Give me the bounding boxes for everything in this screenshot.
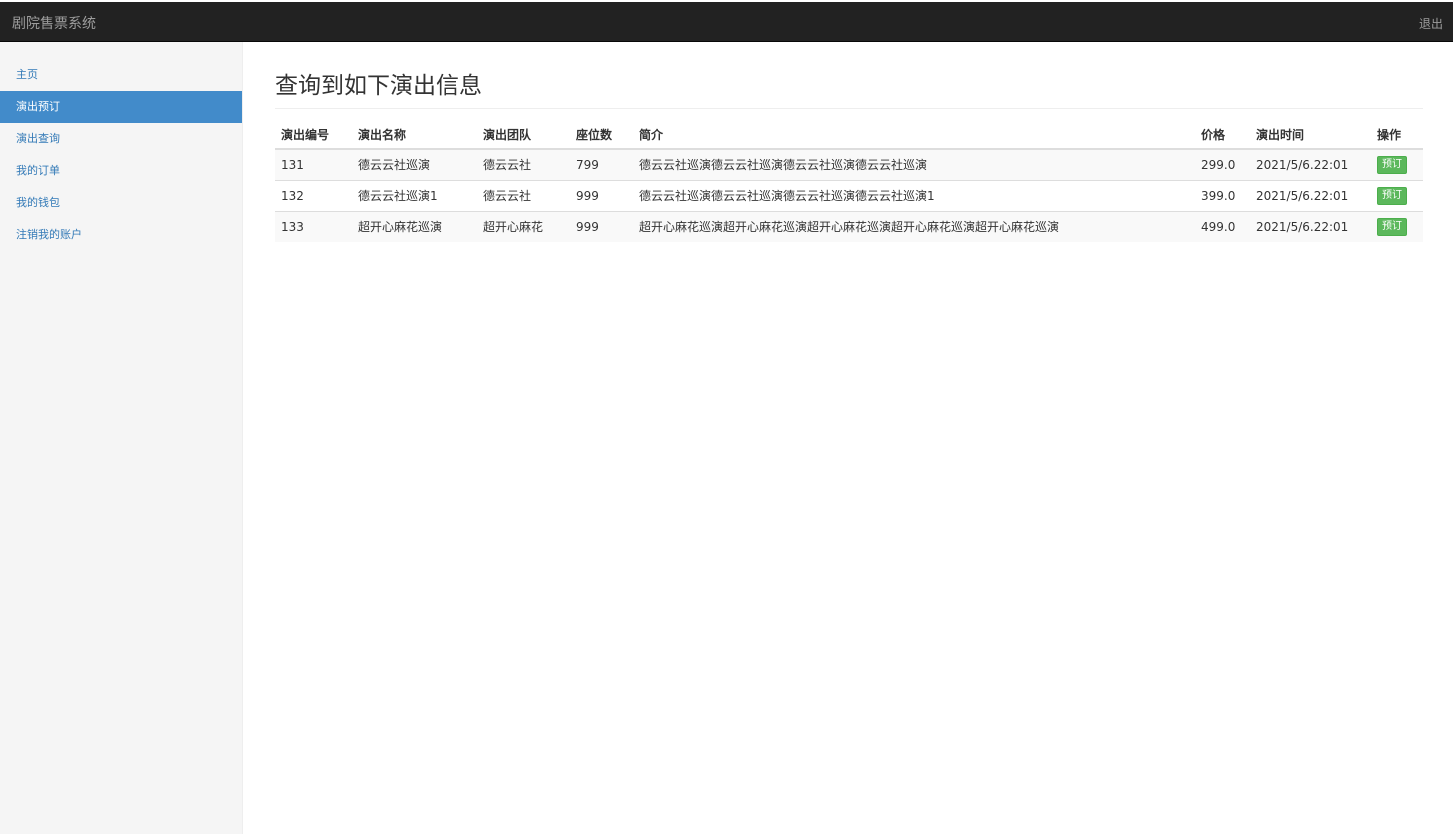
cell-id: 132	[275, 179, 352, 211]
cell-price: 499.0	[1195, 210, 1250, 242]
cell-intro: 德云云社巡演德云云社巡演德云云社巡演德云云社巡演1	[633, 179, 1195, 211]
col-header-action: 操作	[1371, 120, 1423, 150]
table-row: 132 德云云社巡演1 德云云社 999 德云云社巡演德云云社巡演德云云社巡演德…	[275, 179, 1423, 211]
cell-team: 德云云社	[477, 179, 570, 211]
sidebar-item-delete-account[interactable]: 注销我的账户	[0, 219, 242, 251]
cell-intro: 德云云社巡演德云云社巡演德云云社巡演德云云社巡演	[633, 148, 1195, 180]
brand-title[interactable]: 剧院售票系统	[12, 13, 96, 33]
book-button[interactable]: 预订	[1377, 186, 1407, 205]
cell-seats: 999	[570, 210, 633, 242]
sidebar-item-show-booking[interactable]: 演出预订	[0, 91, 242, 123]
cell-id: 133	[275, 210, 352, 242]
logout-link[interactable]: 退出	[1419, 15, 1443, 32]
cell-seats: 999	[570, 179, 633, 211]
table-row: 131 德云云社巡演 德云云社 799 德云云社巡演德云云社巡演德云云社巡演德云…	[275, 148, 1423, 180]
page-title: 查询到如下演出信息	[275, 70, 1423, 109]
col-header-name: 演出名称	[352, 120, 477, 150]
cell-name: 德云云社巡演	[352, 148, 477, 180]
col-header-team: 演出团队	[477, 120, 570, 150]
table-header-row: 演出编号 演出名称 演出团队 座位数 简介 价格 演出时间 操作	[275, 120, 1423, 150]
top-navbar: 剧院售票系统 退出	[0, 2, 1453, 42]
cell-team: 超开心麻花	[477, 210, 570, 242]
sidebar-item-home[interactable]: 主页	[0, 59, 242, 91]
cell-team: 德云云社	[477, 148, 570, 180]
sidebar: 主页 演出预订 演出查询 我的订单 我的钱包 注销我的账户	[0, 42, 243, 834]
col-header-price: 价格	[1195, 120, 1250, 150]
book-button[interactable]: 预订	[1377, 155, 1407, 174]
cell-seats: 799	[570, 148, 633, 180]
sidebar-item-my-wallet[interactable]: 我的钱包	[0, 187, 242, 219]
table-row: 133 超开心麻花巡演 超开心麻花 999 超开心麻花巡演超开心麻花巡演超开心麻…	[275, 210, 1423, 242]
cell-price: 399.0	[1195, 179, 1250, 211]
book-button[interactable]: 预订	[1377, 217, 1407, 236]
cell-time: 2021/5/6.22:01	[1250, 179, 1371, 211]
col-header-intro: 简介	[633, 120, 1195, 150]
cell-price: 299.0	[1195, 148, 1250, 180]
sidebar-item-show-search[interactable]: 演出查询	[0, 123, 242, 155]
main-content: 查询到如下演出信息 演出编号 演出名称 演出团队 座位数 简介 价格 演出时间 …	[275, 42, 1423, 242]
cell-action: 预订	[1371, 210, 1423, 242]
shows-table: 演出编号 演出名称 演出团队 座位数 简介 价格 演出时间 操作 131 德云云…	[275, 120, 1423, 242]
col-header-id: 演出编号	[275, 120, 352, 150]
cell-name: 超开心麻花巡演	[352, 210, 477, 242]
cell-time: 2021/5/6.22:01	[1250, 210, 1371, 242]
cell-id: 131	[275, 148, 352, 180]
col-header-time: 演出时间	[1250, 120, 1371, 150]
cell-intro: 超开心麻花巡演超开心麻花巡演超开心麻花巡演超开心麻花巡演超开心麻花巡演	[633, 210, 1195, 242]
col-header-seats: 座位数	[570, 120, 633, 150]
cell-time: 2021/5/6.22:01	[1250, 148, 1371, 180]
cell-action: 预订	[1371, 148, 1423, 180]
sidebar-item-my-orders[interactable]: 我的订单	[0, 155, 242, 187]
cell-action: 预订	[1371, 179, 1423, 211]
cell-name: 德云云社巡演1	[352, 179, 477, 211]
